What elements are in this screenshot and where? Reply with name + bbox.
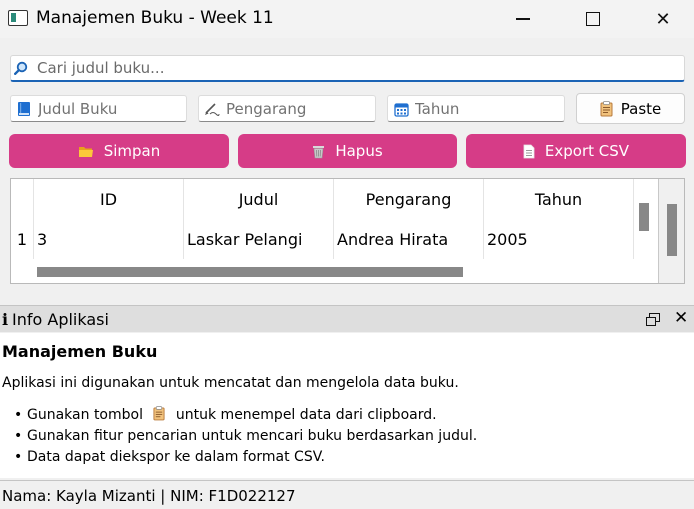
minimize-icon bbox=[516, 18, 530, 20]
cell-tahun[interactable]: 2005 bbox=[484, 219, 634, 259]
simpan-button[interactable]: Simpan bbox=[9, 134, 229, 168]
judul-input[interactable] bbox=[38, 99, 178, 119]
search-box[interactable] bbox=[10, 55, 685, 82]
search-icon bbox=[14, 61, 28, 75]
status-bar: Nama: Kayla Mizanti | NIM: F1D022127 bbox=[0, 480, 694, 509]
paste-button[interactable]: Paste bbox=[576, 93, 685, 124]
tahun-field[interactable] bbox=[387, 95, 565, 122]
trash-icon bbox=[313, 145, 325, 158]
simpan-label: Simpan bbox=[103, 142, 161, 160]
dock-title-bar: i Info Aplikasi ✕ bbox=[0, 305, 694, 332]
folder-icon bbox=[78, 146, 93, 157]
info-panel: Manajemen Buku Aplikasi ini digunakan un… bbox=[0, 333, 694, 478]
tahun-input[interactable] bbox=[415, 99, 555, 119]
column-header-pengarang[interactable]: Pengarang bbox=[334, 179, 484, 219]
book-icon bbox=[16, 101, 32, 117]
float-dock-icon[interactable] bbox=[646, 313, 660, 326]
bullet-paste: Gunakan tombol untuk menempel data dari … bbox=[14, 405, 477, 426]
status-text: Nama: Kayla Mizanti | NIM: F1D022127 bbox=[2, 487, 296, 505]
close-dock-icon[interactable]: ✕ bbox=[674, 308, 688, 328]
cell-judul[interactable]: Laskar Pelangi bbox=[184, 219, 334, 259]
vertical-scroll-thumb[interactable] bbox=[667, 204, 677, 256]
pengarang-input[interactable] bbox=[226, 99, 366, 119]
judul-field[interactable] bbox=[10, 95, 187, 122]
title-bar: Manajemen Buku - Week 11 ✕ bbox=[0, 0, 694, 38]
table-corner[interactable] bbox=[11, 179, 34, 219]
maximize-button[interactable] bbox=[570, 0, 616, 38]
column-header-id[interactable]: ID bbox=[34, 179, 184, 219]
info-heading: Manajemen Buku bbox=[2, 342, 158, 361]
close-icon: ✕ bbox=[655, 8, 671, 30]
column-header-tahun[interactable]: Tahun bbox=[484, 179, 634, 219]
bullet-export: Data dapat diekspor ke dalam format CSV. bbox=[14, 447, 477, 468]
window-title: Manajemen Buku - Week 11 bbox=[36, 8, 274, 28]
search-input[interactable] bbox=[37, 58, 677, 78]
clipboard-icon bbox=[600, 100, 613, 116]
pengarang-field[interactable] bbox=[198, 95, 376, 122]
bullet-paste-after: untuk menempel data dari clipboard. bbox=[175, 407, 437, 423]
cell-pengarang[interactable]: Andrea Hirata bbox=[334, 219, 484, 259]
export-csv-button[interactable]: Export CSV bbox=[466, 134, 686, 168]
bullet-paste-before: Gunakan tombol bbox=[27, 407, 143, 423]
column-header-judul[interactable]: Judul bbox=[184, 179, 334, 219]
minimize-button[interactable] bbox=[500, 0, 546, 38]
horizontal-scroll-thumb[interactable] bbox=[37, 267, 463, 277]
books-table[interactable]: ID Judul Pengarang Tahun 1 3 Laskar Pela… bbox=[10, 178, 685, 284]
info-description: Aplikasi ini digunakan untuk mencatat da… bbox=[2, 375, 459, 391]
maximize-icon bbox=[586, 12, 600, 26]
clipboard-icon bbox=[153, 406, 165, 421]
hapus-label: Hapus bbox=[335, 142, 383, 160]
cell-id[interactable]: 3 bbox=[34, 219, 184, 259]
pen-icon bbox=[204, 101, 220, 117]
dock-title: Info Aplikasi bbox=[12, 310, 109, 329]
app-icon bbox=[8, 10, 28, 26]
export-label: Export CSV bbox=[544, 142, 630, 160]
close-button[interactable]: ✕ bbox=[640, 0, 686, 38]
hapus-button[interactable]: Hapus bbox=[238, 134, 457, 168]
calendar-icon bbox=[393, 101, 409, 117]
paste-label: Paste bbox=[620, 99, 662, 118]
row-header[interactable]: 1 bbox=[11, 219, 34, 259]
inner-vertical-scrollbar[interactable] bbox=[639, 203, 649, 231]
bullet-search: Gunakan fitur pencarian untuk mencari bu… bbox=[14, 426, 477, 447]
info-icon: i bbox=[2, 310, 9, 329]
document-icon bbox=[523, 144, 535, 158]
info-bullets: Gunakan tombol untuk menempel data dari … bbox=[14, 405, 477, 468]
vertical-scrollbar[interactable] bbox=[658, 179, 684, 283]
